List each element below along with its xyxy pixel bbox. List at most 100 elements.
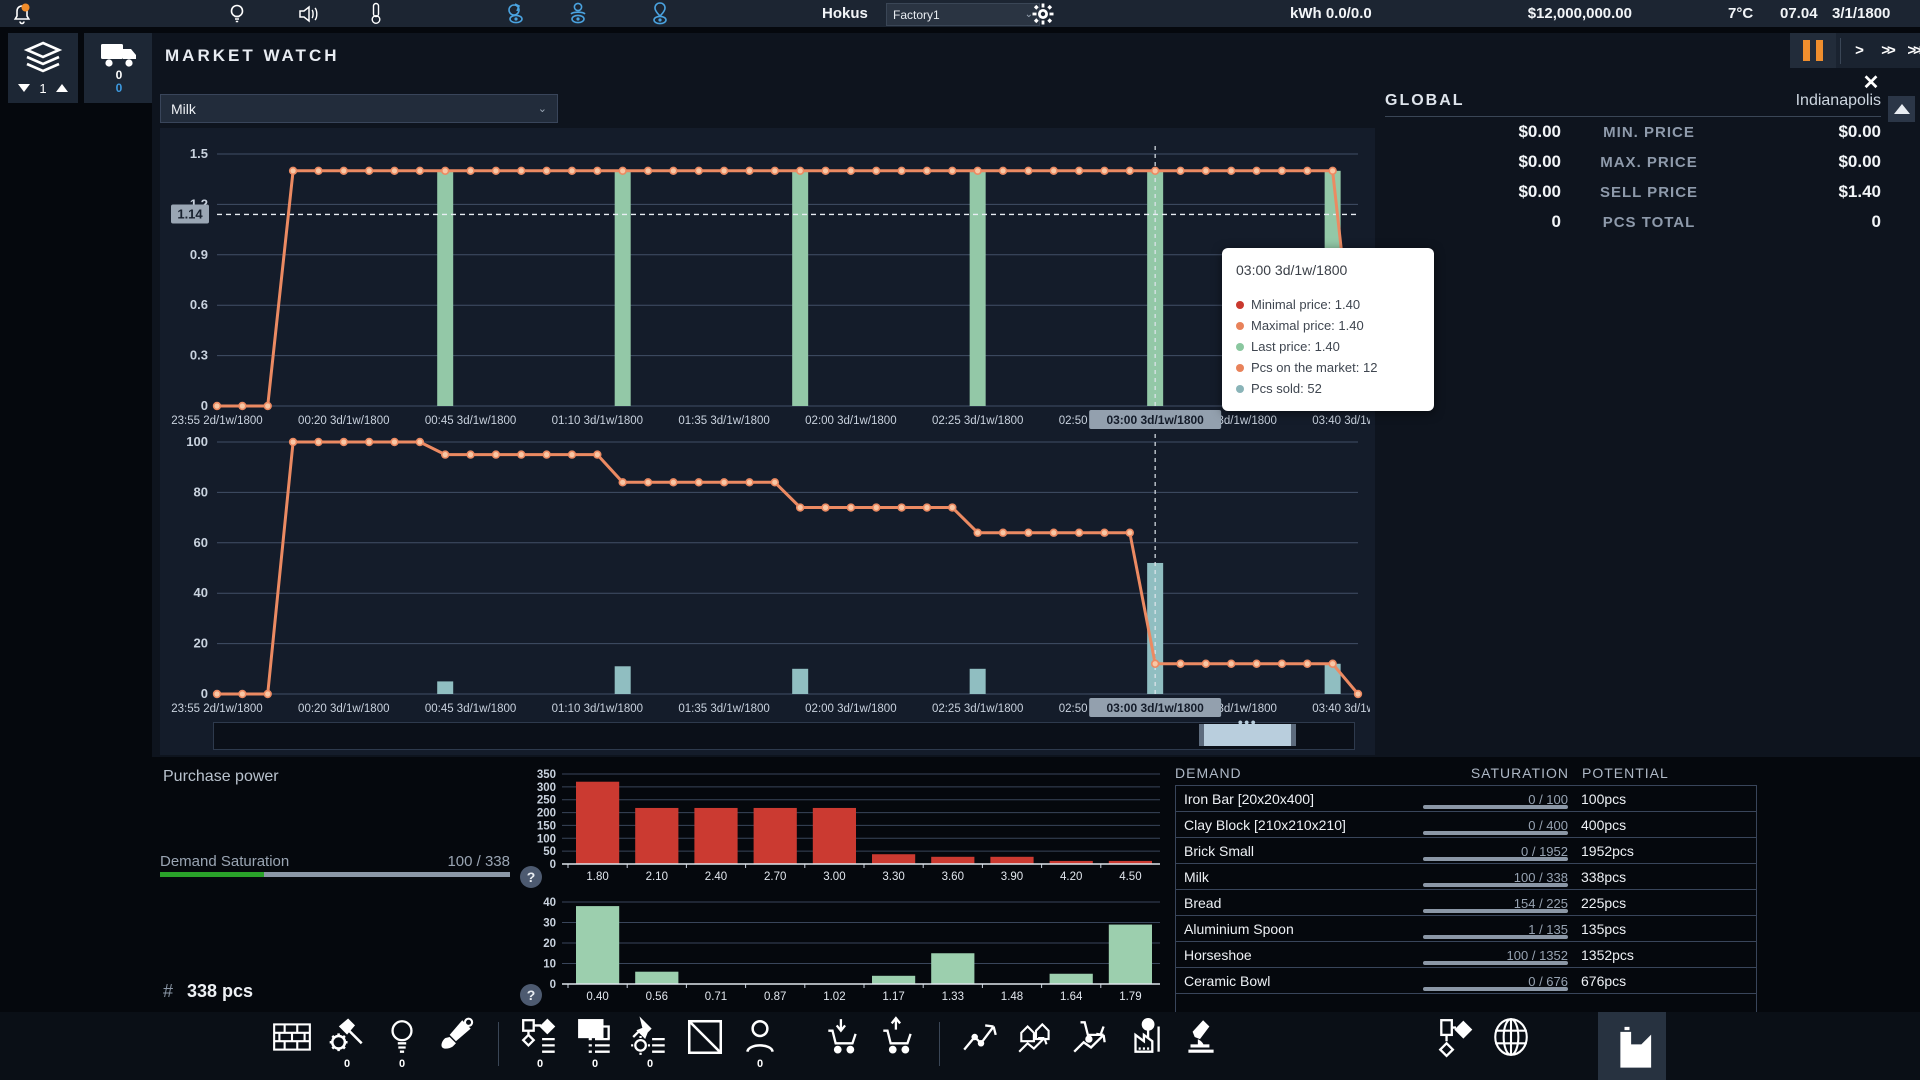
demand-row[interactable]: Brick Small 0 / 1952 1952pcs <box>1176 838 1756 864</box>
potential-value: 100pcs <box>1568 791 1756 807</box>
cartdown-icon <box>822 1016 864 1058</box>
svg-text:4.50: 4.50 <box>1119 871 1141 883</box>
svg-text:0: 0 <box>550 979 556 991</box>
toolbar-pinlist-button[interactable]: 0 <box>624 1016 676 1078</box>
svg-text:0: 0 <box>201 398 208 413</box>
temperature-thermometer-icon[interactable] <box>370 0 382 27</box>
market-quantity-chart[interactable]: 02040608010023:55 2d/1w/180000:20 3d/1w/… <box>165 428 1370 720</box>
scroll-up-button[interactable] <box>1888 96 1915 122</box>
demand-row[interactable]: Milk 100 / 338 338pcs <box>1176 864 1756 890</box>
notifications-bell-icon[interactable] <box>10 0 34 27</box>
toolbar-bricks-button[interactable] <box>266 1016 318 1078</box>
demand-row[interactable]: Bread 154 / 225 225pcs <box>1176 890 1756 916</box>
flow-icon <box>519 1016 561 1058</box>
layer-value: 1 <box>39 81 46 96</box>
toolbar-cartup-button[interactable] <box>872 1016 924 1078</box>
close-button[interactable]: ✕ <box>1856 68 1886 96</box>
demand-row[interactable]: Clay Block [210x210x210] 0 / 400 400pcs <box>1176 812 1756 838</box>
global-value: $0.00 <box>1385 152 1561 172</box>
help-icon[interactable]: ? <box>520 866 542 888</box>
settings-gear-icon[interactable] <box>1032 0 1054 27</box>
svg-text:50: 50 <box>543 846 556 858</box>
svg-text:1.14: 1.14 <box>177 206 203 221</box>
chevron-down-icon: ⌄ <box>538 102 547 115</box>
svg-text:02:00 3d/1w/1800: 02:00 3d/1w/1800 <box>805 415 896 427</box>
top-status-bar: Hokus Factory1 ⌄ kWh 0.0/0.0 $12,000,000… <box>0 0 1920 27</box>
svg-text:0.56: 0.56 <box>646 991 668 1003</box>
svg-text:0.71: 0.71 <box>705 991 727 1003</box>
toolbar-badge: 0 <box>647 1059 653 1070</box>
saturation-progressbar <box>1423 935 1568 939</box>
time-range-handle[interactable]: ●●● <box>1199 724 1296 746</box>
people-visibility-icon[interactable] <box>565 0 591 27</box>
toolbar-flow2-button[interactable] <box>1430 1016 1482 1078</box>
svg-text:3.60: 3.60 <box>942 871 964 883</box>
demand-saturation-value: 100 / 338 <box>160 853 510 870</box>
toolbar-cartdown-button[interactable] <box>817 1016 869 1078</box>
hash-icon: # <box>163 981 173 1001</box>
toolbar-person-button[interactable]: 0 <box>734 1016 786 1078</box>
svg-text:03:00 3d/1w/1800: 03:00 3d/1w/1800 <box>1106 413 1204 427</box>
factory-select-value: Factory1 <box>893 8 940 22</box>
demand-row[interactable]: Ceramic Bowl 0 / 676 676pcs <box>1176 968 1756 994</box>
pieces-total: #338 pcs <box>163 981 253 1002</box>
clock-readout: 07.04 <box>1780 5 1818 22</box>
toolbar-globe-button[interactable] <box>1485 1016 1537 1078</box>
svg-text:01:35 3d/1w/1800: 01:35 3d/1w/1800 <box>678 415 769 427</box>
svg-text:1.02: 1.02 <box>823 991 845 1003</box>
demand-row[interactable]: Aluminium Spoon 1 / 135 135pcs <box>1176 916 1756 942</box>
sold-by-price-histogram[interactable]: 0102030400.400.560.710.871.021.171.331.4… <box>520 896 1165 1012</box>
svg-text:60: 60 <box>194 535 208 550</box>
help-icon[interactable]: ? <box>520 984 542 1006</box>
tooltip-timestamp: 03:00 3d/1w/1800 <box>1236 262 1422 278</box>
product-name: Clay Block [210x210x210] <box>1176 817 1423 833</box>
toolbar-idea-button[interactable]: 0 <box>376 1016 428 1078</box>
speed-3x-button[interactable]: >>> <box>1903 33 1920 68</box>
inspect-visibility-icon[interactable] <box>503 0 531 27</box>
svg-text:02:00 3d/1w/1800: 02:00 3d/1w/1800 <box>805 703 896 715</box>
svg-text:1.5: 1.5 <box>190 146 208 161</box>
purchase-power-histogram[interactable]: 0501001502002503003501.802.102.402.703.0… <box>520 768 1165 892</box>
toolbar-crossbox-button[interactable] <box>679 1016 731 1078</box>
speed-1x-button[interactable]: > <box>1845 33 1874 68</box>
factory-select[interactable]: Factory1 ⌄ <box>886 3 1040 26</box>
charts-container: 00.30.60.91.21.51.1423:55 2d/1w/180000:2… <box>160 128 1375 755</box>
local-value: $1.40 <box>1737 182 1881 202</box>
layer-up-button[interactable] <box>56 84 68 92</box>
svg-text:250: 250 <box>537 795 556 807</box>
toolbar-chartfactory-button[interactable] <box>1120 1016 1172 1078</box>
demand-row[interactable]: Horseshoe 100 / 1352 1352pcs <box>1176 942 1756 968</box>
product-name: Iron Bar [20x20x400] <box>1176 791 1423 807</box>
svg-text:01:10 3d/1w/1800: 01:10 3d/1w/1800 <box>552 703 643 715</box>
svg-text:02:25 3d/1w/1800: 02:25 3d/1w/1800 <box>932 703 1023 715</box>
idea-bulb-icon[interactable] <box>227 0 247 27</box>
location-visibility-icon[interactable] <box>648 0 672 27</box>
toolbar-chartcart-button[interactable] <box>1065 1016 1117 1078</box>
demand-row[interactable]: Iron Bar [20x20x400] 0 / 100 100pcs <box>1176 786 1756 812</box>
deliveries-button[interactable]: 0 0 <box>84 33 154 103</box>
truck-icon <box>99 41 139 69</box>
toolbar-microscope-button[interactable] <box>1175 1016 1227 1078</box>
sound-speaker-icon[interactable] <box>296 0 320 27</box>
potential-value: 1952pcs <box>1568 843 1756 859</box>
svg-text:0.6: 0.6 <box>190 297 208 312</box>
layer-down-button[interactable] <box>18 84 30 92</box>
toolbar-chartline-button[interactable] <box>955 1016 1007 1078</box>
layer-selector[interactable]: 1 <box>8 33 78 103</box>
chartline-icon <box>960 1016 1002 1058</box>
speed-2x-button[interactable]: >> <box>1874 33 1903 68</box>
toolbar-production-button[interactable] <box>1598 1012 1666 1080</box>
toolbar-charthouses-button[interactable] <box>1010 1016 1062 1078</box>
toolbar-flow-button[interactable]: 0 <box>514 1016 566 1078</box>
toolbar-doclist-button[interactable]: 0 <box>569 1016 621 1078</box>
stat-label: MIN. PRICE <box>1561 124 1737 141</box>
svg-text:1.33: 1.33 <box>942 991 964 1003</box>
demand-saturation-progressbar <box>160 872 510 877</box>
pause-button[interactable] <box>1790 33 1836 68</box>
series-dot-icon <box>1236 322 1244 330</box>
price-history-chart[interactable]: 00.30.60.91.21.51.1423:55 2d/1w/180000:2… <box>165 140 1370 432</box>
time-range-scrollbar[interactable]: ●●● <box>213 722 1355 750</box>
product-select[interactable]: Milk ⌄ <box>160 94 558 123</box>
toolbar-construct-button[interactable]: 0 <box>321 1016 373 1078</box>
toolbar-paint-button[interactable] <box>431 1016 483 1078</box>
